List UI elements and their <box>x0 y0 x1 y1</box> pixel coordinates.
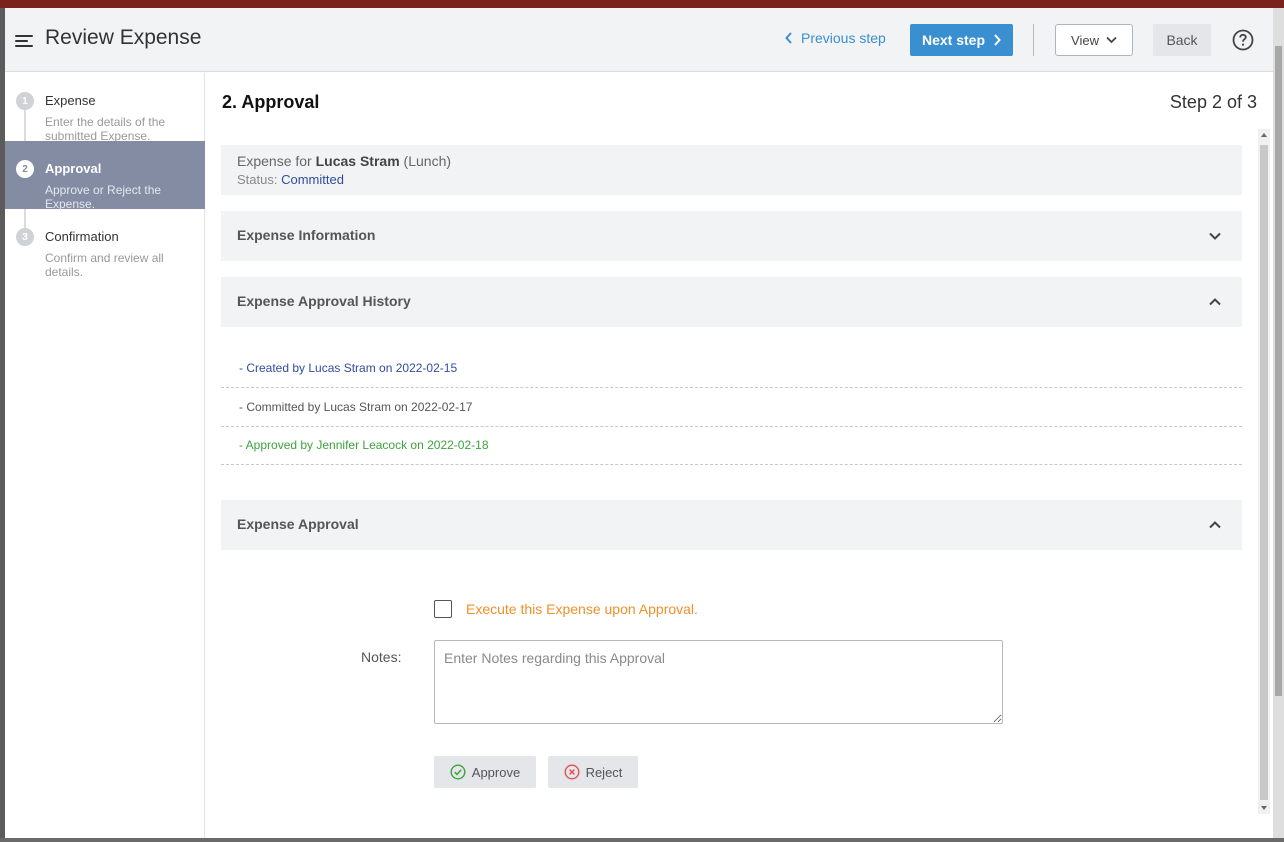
window-scrollbar[interactable] <box>1273 8 1284 842</box>
step-number: 3 <box>16 228 34 246</box>
panel-title: Expense Information <box>237 227 376 243</box>
chevron-up-icon <box>1209 521 1221 529</box>
notes-label: Notes: <box>361 649 402 665</box>
next-step-button[interactable]: Next step <box>910 24 1013 56</box>
notes-field[interactable] <box>434 640 1003 724</box>
content-scrollbar[interactable] <box>1258 129 1270 814</box>
step-label: Confirmation <box>45 229 119 244</box>
page-title: Review Expense <box>45 26 202 49</box>
summary-prefix: Expense for <box>237 153 312 169</box>
check-circle-icon <box>450 764 466 780</box>
scroll-down-arrow[interactable] <box>1261 806 1267 810</box>
window-bottom-edge <box>0 838 1284 842</box>
previous-step-button[interactable]: Previous step <box>785 30 886 46</box>
expense-category: (Lunch) <box>403 153 452 169</box>
approve-button[interactable]: Approve <box>434 756 536 788</box>
expense-approval-history-panel-header[interactable]: Expense Approval History <box>221 277 1242 327</box>
sidebar-step-approval[interactable]: 2 Approval Approve or Reject the Expense… <box>5 141 205 211</box>
employee-name: Lucas Stram <box>315 153 400 169</box>
step-number: 2 <box>16 160 34 178</box>
menu-icon[interactable] <box>15 30 35 50</box>
step-counter: Step 2 of 3 <box>1169 92 1257 112</box>
sidebar-step-expense[interactable]: 1 Expense Enter the details of the submi… <box>5 73 205 143</box>
reject-label: Reject <box>585 764 623 780</box>
window-top-strip <box>0 0 1284 8</box>
main-content: 2. Approval Step 2 of 3 Expense for Luca… <box>206 73 1273 838</box>
header-bar: Review Expense Previous step Next step V… <box>5 8 1273 72</box>
step-description: Approve or Reject the Expense. <box>45 183 162 211</box>
review-expense-dialog: Review Expense Previous step Next step V… <box>5 8 1273 838</box>
step-label: Approval <box>45 161 102 176</box>
x-circle-icon <box>564 764 580 780</box>
sidebar-step-confirmation[interactable]: 3 Confirmation Confirm and review all de… <box>5 209 205 279</box>
view-label: View <box>1071 32 1099 48</box>
status-label: Status: <box>237 172 278 187</box>
history-entry-approved: - Approved by Jennifer Leacock on 2022-0… <box>221 426 1242 465</box>
expense-status: Status: Committed <box>237 172 344 187</box>
expense-summary-title: Expense for Lucas Stram (Lunch) <box>237 153 451 169</box>
expense-approval-panel-header[interactable]: Expense Approval <box>221 500 1242 550</box>
panel-title: Expense Approval <box>237 516 359 532</box>
window-scroll-thumb[interactable] <box>1275 46 1282 696</box>
panel-title: Expense Approval History <box>237 293 411 309</box>
view-dropdown-button[interactable]: View <box>1055 24 1133 56</box>
reject-button[interactable]: Reject <box>548 756 638 788</box>
execute-upon-approval-checkbox[interactable] <box>434 600 452 618</box>
chevron-left-icon <box>785 32 792 44</box>
back-button[interactable]: Back <box>1153 24 1211 56</box>
step-description: Confirm and review all details. <box>45 251 164 279</box>
chevron-down-icon <box>1106 36 1117 44</box>
history-entry-committed: - Committed by Lucas Stram on 2022-02-17 <box>221 388 1242 427</box>
section-title: 2. Approval <box>222 92 320 112</box>
back-label: Back <box>1166 32 1198 48</box>
next-step-label: Next step <box>921 32 986 48</box>
execute-upon-approval-label[interactable]: Execute this Expense upon Approval. <box>466 601 698 617</box>
steps-sidebar: 1 Expense Enter the details of the submi… <box>5 73 205 838</box>
chevron-up-icon <box>1209 298 1221 306</box>
step-number: 1 <box>16 92 34 110</box>
scroll-up-arrow[interactable] <box>1261 133 1267 137</box>
header-divider <box>1033 24 1034 56</box>
chevron-down-icon <box>1209 232 1221 240</box>
scroll-thumb[interactable] <box>1260 145 1268 800</box>
step-description: Enter the details of the submitted Expen… <box>45 115 166 143</box>
question-circle-icon[interactable] <box>1232 29 1254 51</box>
expense-summary: Expense for Lucas Stram (Lunch) Status: … <box>221 145 1242 195</box>
history-entry-created: - Created by Lucas Stram on 2022-02-15 <box>221 349 1242 388</box>
status-value: Committed <box>281 172 344 187</box>
previous-step-label: Previous step <box>801 30 886 46</box>
chevron-right-icon <box>994 34 1001 46</box>
step-label: Expense <box>45 93 96 108</box>
expense-information-panel-header[interactable]: Expense Information <box>221 211 1242 261</box>
approve-label: Approve <box>471 764 521 780</box>
